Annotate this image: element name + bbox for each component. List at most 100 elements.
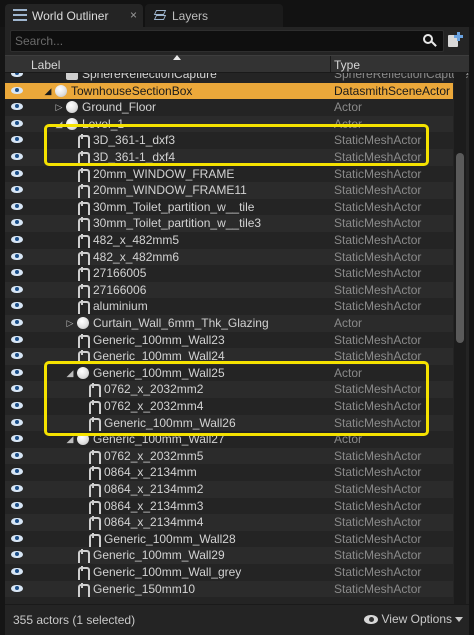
row-type: StaticMeshActor (334, 482, 422, 496)
outliner-row[interactable]: SphereReflectionCapture SphereReflectionC… (5, 73, 469, 83)
visibility-eye-icon[interactable] (11, 368, 23, 377)
highlight-box-wall25 (44, 361, 429, 436)
visibility-eye-icon[interactable] (11, 102, 23, 111)
close-icon[interactable]: × (130, 8, 137, 22)
row-type: StaticMeshActor (334, 332, 422, 347)
visibility-eye-icon[interactable] (11, 86, 23, 95)
outliner-row[interactable]: Generic_100mm_Wall29 StaticMeshActor (5, 547, 453, 564)
visibility-eye-icon[interactable] (11, 467, 23, 476)
visibility-eye-icon[interactable] (11, 235, 23, 244)
capture-icon (66, 73, 78, 80)
sort-ascending-icon[interactable] (173, 55, 181, 60)
visibility-eye-icon[interactable] (11, 484, 23, 493)
visibility-eye-icon[interactable] (11, 550, 23, 559)
outliner-row[interactable]: Generic_100mm_Wall_grey StaticMeshActor (5, 564, 453, 581)
static-mesh-icon (88, 483, 101, 497)
visibility-eye-icon[interactable] (11, 318, 23, 327)
status-bar: 355 actors (1 selected) View Options (5, 604, 469, 632)
row-label: 0864_x_2134mm3 (104, 498, 204, 513)
visibility-eye-icon[interactable] (11, 517, 23, 526)
visibility-eye-icon[interactable] (11, 202, 23, 211)
outliner-row[interactable]: 482_x_482mm6 StaticMeshActor (5, 248, 453, 266)
search-row (5, 30, 469, 54)
outliner-row[interactable]: Generic_100mm_Wall23 StaticMeshActor (5, 332, 453, 349)
row-label: Generic_100mm_Wall28 (104, 531, 236, 546)
row-type: StaticMeshActor (334, 216, 422, 231)
outliner-row[interactable]: aluminium StaticMeshActor (5, 298, 453, 315)
row-label: TownhouseSectionBox (71, 83, 193, 98)
visibility-eye-icon[interactable] (11, 169, 23, 178)
outliner-row[interactable]: ▷ Curtain_Wall_6mm_Thk_Glazing Actor (5, 315, 453, 332)
outliner-row[interactable]: 0864_x_2134mm StaticMeshActor (5, 464, 453, 481)
visibility-eye-icon[interactable] (11, 73, 23, 78)
search-icon[interactable] (423, 34, 437, 48)
outliner-row[interactable]: Generic_100mm_Wall28 StaticMeshActor (5, 531, 453, 548)
outliner-row[interactable]: 0864_x_2134mm4 StaticMeshActor (5, 514, 453, 531)
outliner-row[interactable]: 0864_x_2134mm2 StaticMeshActor (5, 481, 453, 498)
visibility-eye-icon[interactable] (11, 185, 23, 194)
visibility-eye-icon[interactable] (11, 285, 23, 294)
visibility-eye-icon[interactable] (11, 301, 23, 310)
row-label: 0864_x_2134mm2 (104, 482, 204, 496)
row-label: SphereReflectionCapture (82, 73, 217, 81)
collapse-arrow-icon[interactable]: ◢ (43, 85, 53, 97)
visibility-eye-icon[interactable] (11, 534, 23, 543)
vertical-scrollbar[interactable] (454, 73, 466, 607)
visibility-eye-icon[interactable] (11, 218, 23, 227)
expand-arrow-icon[interactable]: ▷ (54, 101, 64, 113)
static-mesh-icon (77, 167, 90, 182)
visibility-eye-icon[interactable] (11, 152, 23, 161)
visibility-eye-icon[interactable] (11, 135, 23, 144)
column-label[interactable]: Label (31, 58, 60, 72)
visibility-eye-icon[interactable] (11, 451, 23, 460)
visibility-eye-icon[interactable] (11, 434, 23, 443)
visibility-eye-icon[interactable] (11, 119, 23, 128)
outliner-row[interactable]: ▷ Ground_Floor Actor (5, 99, 453, 116)
visibility-eye-icon[interactable] (11, 252, 23, 261)
tab-label: World Outliner (32, 8, 109, 23)
row-type: StaticMeshActor (334, 498, 422, 513)
outliner-row[interactable]: 30mm_Toilet_partition_w__tile StaticMeshA… (5, 199, 453, 216)
outliner-row[interactable]: 20mm_WINDOW_FRAME11 StaticMeshActor (5, 182, 453, 199)
visibility-eye-icon[interactable] (11, 351, 23, 360)
visibility-eye-icon[interactable] (11, 401, 23, 410)
static-mesh-icon (77, 283, 90, 298)
row-label: 27166005 (93, 266, 147, 281)
outliner-row[interactable]: 482_x_482mm5 StaticMeshActor (5, 232, 453, 249)
outliner-row[interactable]: 0864_x_2134mm3 StaticMeshActor (5, 498, 453, 515)
world-outliner-panel: Label Type SphereReflectionCaptureSphere… (5, 27, 469, 635)
visibility-eye-icon[interactable] (11, 501, 23, 510)
visibility-eye-icon[interactable] (11, 384, 23, 393)
outliner-row[interactable]: 27166006 StaticMeshActor (5, 281, 453, 299)
row-label: Ground_Floor (82, 100, 157, 115)
view-options-button[interactable]: View Options (363, 611, 463, 627)
row-label: Curtain_Wall_6mm_Thk_Glazing (93, 316, 269, 330)
add-filter-icon[interactable] (446, 31, 464, 49)
outliner-row[interactable]: 27166005 StaticMeshActor (5, 265, 453, 282)
expand-arrow-icon[interactable]: ▷ (65, 317, 75, 329)
outliner-row[interactable]: 20mm_WINDOW_FRAME StaticMeshActor (5, 166, 453, 183)
column-divider[interactable] (330, 56, 331, 73)
scroll-thumb[interactable] (456, 153, 464, 343)
outliner-icon (13, 9, 27, 22)
visibility-eye-icon[interactable] (11, 418, 23, 427)
search-input[interactable] (15, 33, 395, 49)
visibility-eye-icon[interactable] (11, 584, 23, 593)
outliner-row[interactable]: 30mm_Toilet_partition_w__tile3 StaticMesh… (5, 215, 453, 232)
tab-label: Layers (172, 8, 209, 23)
visibility-eye-icon[interactable] (11, 268, 23, 277)
row-type: StaticMeshActor (334, 448, 422, 463)
outliner-row[interactable]: ◢ TownhouseSectionBox DatasmithSceneActor (5, 82, 453, 100)
row-label: 482_x_482mm6 (93, 249, 180, 264)
column-type[interactable]: Type (334, 58, 360, 72)
tab-layers[interactable]: Layers (145, 4, 283, 27)
outliner-row[interactable]: Generic_150mm10 StaticMeshActor (5, 580, 453, 598)
row-label: 30mm_Toilet_partition_w__tile3 (93, 216, 262, 231)
row-label: 0864_x_2134mm (104, 465, 197, 480)
outliner-row[interactable]: 0762_x_2032mm5 StaticMeshActor (5, 447, 453, 465)
tab-world-outliner[interactable]: World Outliner × (5, 4, 143, 27)
visibility-eye-icon[interactable] (11, 567, 23, 576)
static-mesh-icon (88, 449, 101, 464)
row-label: 27166006 (93, 282, 147, 297)
visibility-eye-icon[interactable] (11, 335, 23, 344)
